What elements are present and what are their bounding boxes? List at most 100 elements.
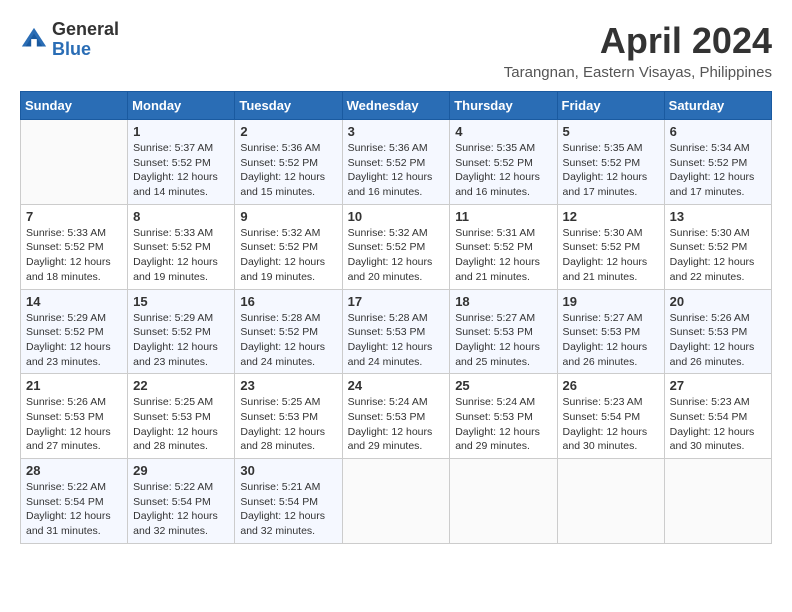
day-info: Sunrise: 5:35 AM Sunset: 5:52 PM Dayligh… [455, 141, 551, 200]
col-header-sunday: Sunday [21, 92, 128, 120]
calendar-cell [557, 459, 664, 544]
day-info: Sunrise: 5:26 AM Sunset: 5:53 PM Dayligh… [26, 395, 122, 454]
day-number: 21 [26, 378, 122, 393]
calendar-cell: 19 Sunrise: 5:27 AM Sunset: 5:53 PM Dayli… [557, 289, 664, 374]
col-header-monday: Monday [128, 92, 235, 120]
day-info: Sunrise: 5:24 AM Sunset: 5:53 PM Dayligh… [348, 395, 445, 454]
day-info: Sunrise: 5:25 AM Sunset: 5:53 PM Dayligh… [133, 395, 229, 454]
day-number: 15 [133, 294, 229, 309]
day-number: 17 [348, 294, 445, 309]
calendar-cell: 17Sunrise: 5:28 AM Sunset: 5:53 PM Dayli… [342, 289, 450, 374]
title-block: April 2024 Tarangnan, Eastern Visayas, P… [504, 20, 772, 81]
day-info: Sunrise: 5:28 AM Sunset: 5:52 PM Dayligh… [240, 311, 336, 370]
calendar-cell: 14 Sunrise: 5:29 AM Sunset: 5:52 PM Dayli… [21, 289, 128, 374]
calendar-cell: 27 Sunrise: 5:23 AM Sunset: 5:54 PM Dayli… [664, 374, 771, 459]
day-info: Sunrise: 5:22 AM Sunset: 5:54 PM Dayligh… [133, 480, 229, 539]
calendar-cell: 15 Sunrise: 5:29 AM Sunset: 5:52 PM Dayli… [128, 289, 235, 374]
day-number: 6 [670, 124, 766, 139]
calendar-cell: 1 Sunrise: 5:37 AM Sunset: 5:52 PM Daylig… [128, 120, 235, 205]
day-info: Sunrise: 5:23 AM Sunset: 5:54 PM Dayligh… [670, 395, 766, 454]
day-info: Sunrise: 5:25 AM Sunset: 5:53 PM Dayligh… [240, 395, 336, 454]
logo-icon [20, 26, 48, 54]
day-number: 18 [455, 294, 551, 309]
day-number: 12 [563, 209, 659, 224]
calendar-cell: 23 Sunrise: 5:25 AM Sunset: 5:53 PM Dayli… [235, 374, 342, 459]
calendar-cell: 26Sunrise: 5:23 AM Sunset: 5:54 PM Dayli… [557, 374, 664, 459]
day-info: Sunrise: 5:31 AM Sunset: 5:52 PM Dayligh… [455, 226, 551, 285]
day-info: Sunrise: 5:21 AM Sunset: 5:54 PM Dayligh… [240, 480, 336, 539]
day-number: 19 [563, 294, 659, 309]
calendar-cell: 2 Sunrise: 5:36 AM Sunset: 5:52 PM Daylig… [235, 120, 342, 205]
day-info: Sunrise: 5:30 AM Sunset: 5:52 PM Dayligh… [563, 226, 659, 285]
day-info: Sunrise: 5:29 AM Sunset: 5:52 PM Dayligh… [26, 311, 122, 370]
calendar-cell: 12 Sunrise: 5:30 AM Sunset: 5:52 PM Dayli… [557, 204, 664, 289]
day-info: Sunrise: 5:36 AM Sunset: 5:52 PM Dayligh… [348, 141, 445, 200]
calendar-cell: 18Sunrise: 5:27 AM Sunset: 5:53 PM Dayli… [450, 289, 557, 374]
day-info: Sunrise: 5:24 AM Sunset: 5:53 PM Dayligh… [455, 395, 551, 454]
calendar-cell: 20Sunrise: 5:26 AM Sunset: 5:53 PM Dayli… [664, 289, 771, 374]
day-number: 9 [240, 209, 336, 224]
day-number: 16 [240, 294, 336, 309]
day-number: 13 [670, 209, 766, 224]
day-number: 11 [455, 209, 551, 224]
day-info: Sunrise: 5:29 AM Sunset: 5:52 PM Dayligh… [133, 311, 229, 370]
day-number: 2 [240, 124, 336, 139]
logo-general-text: General [52, 19, 119, 39]
week-row-3: 21 Sunrise: 5:26 AM Sunset: 5:53 PM Dayli… [21, 374, 772, 459]
day-number: 23 [240, 378, 336, 393]
calendar-cell: 9 Sunrise: 5:32 AM Sunset: 5:52 PM Daylig… [235, 204, 342, 289]
week-row-1: 7 Sunrise: 5:33 AM Sunset: 5:52 PM Daylig… [21, 204, 772, 289]
calendar-cell: 7 Sunrise: 5:33 AM Sunset: 5:52 PM Daylig… [21, 204, 128, 289]
logo-blue-text: Blue [52, 39, 91, 59]
calendar-cell: 3 Sunrise: 5:36 AM Sunset: 5:52 PM Daylig… [342, 120, 450, 205]
calendar-cell: 10Sunrise: 5:32 AM Sunset: 5:52 PM Dayli… [342, 204, 450, 289]
week-row-0: 1 Sunrise: 5:37 AM Sunset: 5:52 PM Daylig… [21, 120, 772, 205]
calendar-table: SundayMondayTuesdayWednesdayThursdayFrid… [20, 91, 772, 544]
week-row-4: 28Sunrise: 5:22 AM Sunset: 5:54 PM Dayli… [21, 459, 772, 544]
day-number: 22 [133, 378, 229, 393]
calendar-cell [21, 120, 128, 205]
calendar-cell [342, 459, 450, 544]
calendar-cell: 30Sunrise: 5:21 AM Sunset: 5:54 PM Dayli… [235, 459, 342, 544]
header-row: SundayMondayTuesdayWednesdayThursdayFrid… [21, 92, 772, 120]
day-info: Sunrise: 5:22 AM Sunset: 5:54 PM Dayligh… [26, 480, 122, 539]
day-number: 5 [563, 124, 659, 139]
day-info: Sunrise: 5:37 AM Sunset: 5:52 PM Dayligh… [133, 141, 229, 200]
day-info: Sunrise: 5:26 AM Sunset: 5:53 PM Dayligh… [670, 311, 766, 370]
day-number: 27 [670, 378, 766, 393]
week-row-2: 14 Sunrise: 5:29 AM Sunset: 5:52 PM Dayli… [21, 289, 772, 374]
col-header-thursday: Thursday [450, 92, 557, 120]
day-number: 14 [26, 294, 122, 309]
day-number: 7 [26, 209, 122, 224]
day-info: Sunrise: 5:27 AM Sunset: 5:53 PM Dayligh… [563, 311, 659, 370]
calendar-cell: 29 Sunrise: 5:22 AM Sunset: 5:54 PM Dayli… [128, 459, 235, 544]
month-title: April 2024 [504, 20, 772, 62]
calendar-cell: 4 Sunrise: 5:35 AM Sunset: 5:52 PM Daylig… [450, 120, 557, 205]
day-number: 4 [455, 124, 551, 139]
calendar-cell: 24Sunrise: 5:24 AM Sunset: 5:53 PM Dayli… [342, 374, 450, 459]
calendar-cell: 16 Sunrise: 5:28 AM Sunset: 5:52 PM Dayli… [235, 289, 342, 374]
day-number: 10 [348, 209, 445, 224]
logo: General Blue [20, 20, 119, 60]
logo-text: General Blue [52, 20, 119, 60]
calendar-cell: 22 Sunrise: 5:25 AM Sunset: 5:53 PM Dayli… [128, 374, 235, 459]
day-number: 3 [348, 124, 445, 139]
day-info: Sunrise: 5:33 AM Sunset: 5:52 PM Dayligh… [26, 226, 122, 285]
day-info: Sunrise: 5:36 AM Sunset: 5:52 PM Dayligh… [240, 141, 336, 200]
day-number: 26 [563, 378, 659, 393]
calendar-cell: 11 Sunrise: 5:31 AM Sunset: 5:52 PM Dayli… [450, 204, 557, 289]
day-number: 29 [133, 463, 229, 478]
day-number: 8 [133, 209, 229, 224]
day-info: Sunrise: 5:34 AM Sunset: 5:52 PM Dayligh… [670, 141, 766, 200]
calendar-cell: 6 Sunrise: 5:34 AM Sunset: 5:52 PM Daylig… [664, 120, 771, 205]
calendar-cell: 8 Sunrise: 5:33 AM Sunset: 5:52 PM Daylig… [128, 204, 235, 289]
location-text: Tarangnan, Eastern Visayas, Philippines [504, 64, 772, 81]
day-number: 1 [133, 124, 229, 139]
calendar-cell: 28Sunrise: 5:22 AM Sunset: 5:54 PM Dayli… [21, 459, 128, 544]
col-header-friday: Friday [557, 92, 664, 120]
page-header: General Blue April 2024 Tarangnan, Easte… [20, 20, 772, 81]
col-header-saturday: Saturday [664, 92, 771, 120]
day-info: Sunrise: 5:33 AM Sunset: 5:52 PM Dayligh… [133, 226, 229, 285]
day-info: Sunrise: 5:32 AM Sunset: 5:52 PM Dayligh… [240, 226, 336, 285]
calendar-cell [664, 459, 771, 544]
